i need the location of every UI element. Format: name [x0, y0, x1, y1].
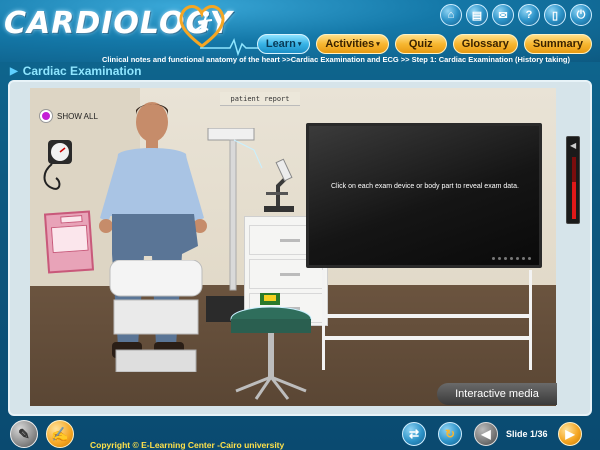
top-toolbar: ⌂ ▤ ✉ ? ▯ ⏻ — [440, 4, 592, 26]
tools-icon: ✎ — [18, 425, 30, 442]
breadcrumb: Clinical notes and functional anatomy of… — [101, 55, 570, 64]
quiz-label: Quiz — [408, 38, 433, 50]
learn-label: Learn — [265, 38, 296, 50]
summary-button[interactable]: Summary — [523, 34, 592, 54]
monitor-cart — [322, 270, 532, 370]
mail-icon[interactable]: ✉ — [492, 4, 514, 26]
exam-stool[interactable] — [226, 293, 316, 403]
copyright-text: Copyright © E-Learning Center -Cairo uni… — [90, 440, 285, 450]
header: CARDIOLOGY ⌂ ▤ ✉ ? ▯ ⏻ Learn ▾ Activitie… — [0, 0, 600, 62]
glossary-button[interactable]: Glossary — [452, 34, 518, 54]
main-nav: Learn ▾ Activities ▾ Quiz Glossary Summa… — [256, 34, 592, 54]
replay-icon: ↻ — [444, 427, 456, 441]
next-slide-button[interactable]: ▶ — [558, 422, 582, 446]
volume-slider[interactable]: ◀ — [566, 136, 580, 224]
play-arrow-icon: ▶ — [10, 65, 18, 77]
speaker-icon: ◀ — [570, 141, 577, 150]
patient-report-label[interactable]: patient report — [220, 92, 300, 106]
slide-counter: Slide 1/36 — [506, 429, 548, 439]
volume-track[interactable] — [572, 157, 576, 219]
monitor-controls — [492, 257, 531, 260]
print-icon[interactable]: ▤ — [466, 4, 488, 26]
learn-menu-button[interactable]: Learn ▾ — [256, 34, 311, 54]
home-icon[interactable]: ⌂ — [440, 4, 462, 26]
help-icon[interactable]: ? — [518, 4, 540, 26]
refresh-button[interactable]: ⇄ — [402, 422, 426, 446]
replay-button[interactable]: ↻ — [438, 422, 462, 446]
previous-slide-button[interactable]: ◀ — [474, 422, 498, 446]
show-all-radio[interactable] — [40, 110, 52, 122]
exam-room-scene: patient report SHOW ALL Click on each ex… — [30, 88, 556, 406]
interactive-media-label: Interactive media — [437, 383, 557, 405]
document-icon[interactable]: ▯ — [544, 4, 566, 26]
summary-label: Summary — [532, 38, 583, 50]
notes-button[interactable]: ✍ — [46, 420, 74, 448]
chevron-left-icon: ◀ — [481, 427, 491, 441]
exam-data-monitor: Click on each exam device or body part t… — [306, 123, 542, 268]
notes-icon: ✍ — [51, 425, 69, 442]
glossary-label: Glossary — [461, 38, 509, 50]
page-title-label: Cardiac Examination — [22, 64, 142, 78]
page-title: ▶ Cardiac Examination — [10, 64, 141, 78]
monitor-instructions: Click on each exam device or body part t… — [331, 183, 519, 190]
activities-menu-button[interactable]: Activities ▾ — [316, 34, 389, 54]
volume-level — [572, 181, 576, 219]
chevron-right-icon: ▶ — [565, 427, 575, 441]
microscope-icon[interactable] — [258, 156, 298, 214]
refresh-icon: ⇄ — [408, 427, 420, 441]
exit-icon[interactable]: ⏻ — [570, 4, 592, 26]
tools-button[interactable]: ✎ — [10, 420, 38, 448]
chevron-down-icon: ▾ — [376, 41, 380, 48]
activities-label: Activities — [325, 38, 375, 50]
quiz-button[interactable]: Quiz — [394, 34, 447, 54]
exam-bed — [109, 260, 203, 372]
chevron-down-icon: ▾ — [297, 41, 302, 48]
